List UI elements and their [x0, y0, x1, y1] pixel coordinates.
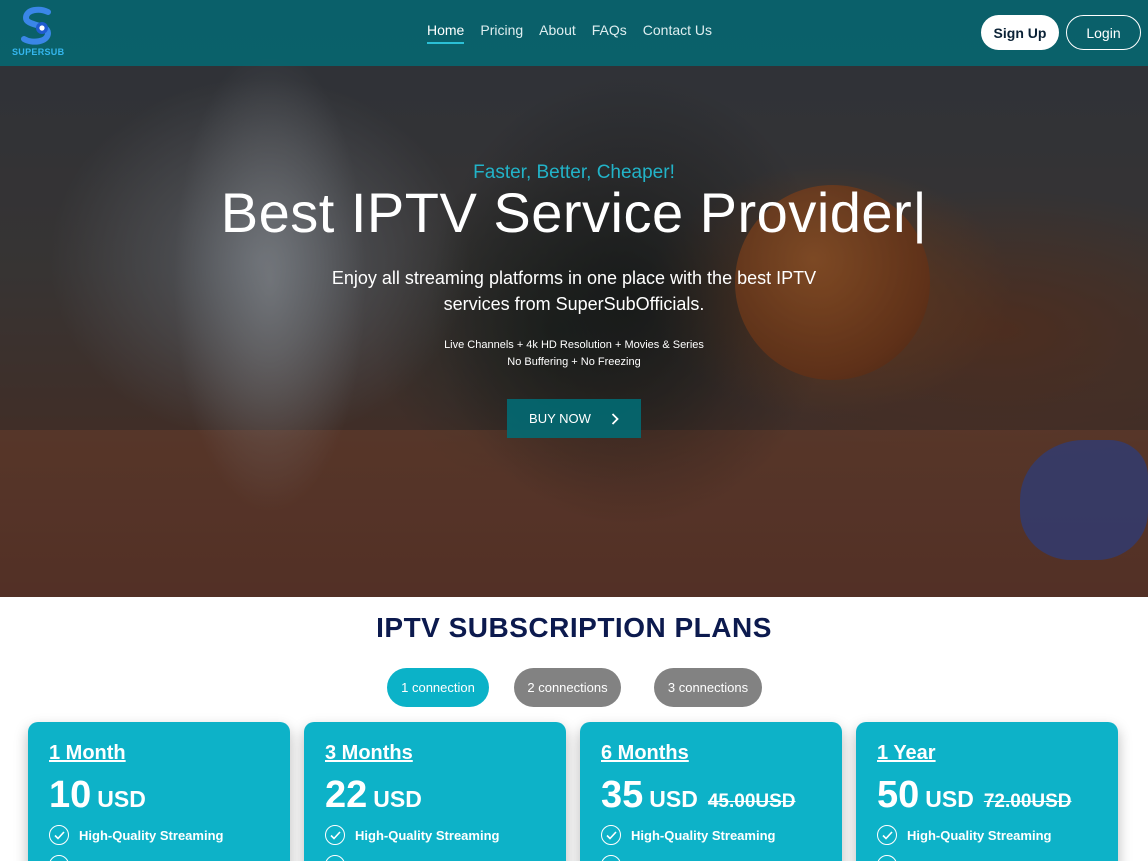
nav-pricing[interactable]: Pricing — [480, 22, 523, 44]
nav-about[interactable]: About — [539, 22, 576, 44]
check-circle-icon — [325, 855, 345, 861]
brand-logo[interactable]: SUPERSUB — [12, 6, 64, 60]
check-circle-icon — [601, 855, 621, 861]
plan-feature-label: High-Quality Streaming — [355, 827, 500, 843]
plan-feature-label: High-Quality Streaming — [631, 827, 776, 843]
hero-headline: Best IPTV Service Provider| — [220, 181, 928, 244]
hero-subtitle-line: services from SuperSubOfficials. — [443, 294, 705, 314]
sign-up-button[interactable]: Sign Up — [981, 15, 1059, 50]
hero-banner: Faster, Better, Cheaper! Best IPTV Servi… — [0, 0, 1148, 597]
buy-now-button[interactable]: BUY NOW — [507, 399, 641, 438]
plan-card[interactable]: 3 Months 22 USD High-Quality Streaming — [304, 722, 566, 861]
plan-currency: USD — [97, 786, 146, 812]
nav-home[interactable]: Home — [427, 22, 465, 44]
plan-old-price: 72.00USD — [983, 791, 1072, 812]
plan-amount: 10 — [49, 774, 92, 816]
check-circle-icon — [601, 825, 621, 845]
plan-card[interactable]: 1 Month 10 USD High-Quality Streaming — [28, 722, 290, 861]
plan-price: 22 USD — [325, 774, 422, 817]
plan-feature: High-Quality Streaming — [49, 825, 223, 845]
plan-price: 50 USD 72.00USD — [877, 774, 1072, 817]
buy-now-label: BUY NOW — [529, 411, 591, 426]
hero-features-line: Live Channels + 4k HD Resolution + Movie… — [444, 339, 704, 351]
plan-old-price: 45.00USD — [707, 791, 796, 812]
plan-card[interactable]: 6 Months 35 USD 45.00USD High-Quality Stre… — [580, 722, 842, 861]
plan-period: 1 Month — [49, 742, 126, 764]
top-navbar: SUPERSUB Home Pricing About FAQs Contact… — [0, 0, 1148, 66]
plan-feature: High-Quality Streaming — [325, 825, 499, 845]
plan-amount: 50 — [877, 774, 920, 816]
connection-tab-3[interactable]: 3 connections — [654, 668, 762, 707]
plan-period: 1 Year — [877, 742, 936, 764]
plan-amount: 22 — [325, 774, 368, 816]
plan-currency: USD — [925, 786, 974, 812]
plan-feature-label: High-Quality Streaming — [79, 827, 224, 843]
plan-period: 3 Months — [325, 742, 413, 764]
hero-subtitle-line: Enjoy all streaming platforms in one pla… — [331, 268, 817, 288]
check-circle-icon — [877, 855, 897, 861]
plan-feature-label: High-Quality Streaming — [907, 827, 1052, 843]
check-circle-icon — [49, 855, 69, 861]
check-circle-icon — [49, 825, 69, 845]
hero-subtitle: Enjoy all streaming platforms in one pla… — [0, 265, 1148, 317]
plan-card[interactable]: 1 Year 50 USD 72.00USD High-Quality Stream… — [856, 722, 1118, 861]
plan-price: 35 USD 45.00USD — [601, 774, 796, 817]
plan-currency: USD — [649, 786, 698, 812]
plan-amount: 35 — [601, 774, 644, 816]
s-play-logo-icon — [21, 6, 52, 45]
main-nav: Home Pricing About FAQs Contact Us — [427, 22, 728, 44]
nav-faqs[interactable]: FAQs — [592, 22, 627, 44]
connection-tab-2[interactable]: 2 connections — [514, 668, 621, 707]
check-circle-icon — [325, 825, 345, 845]
plan-feature: High-Quality Streaming — [601, 825, 775, 845]
login-button[interactable]: Login — [1066, 15, 1141, 50]
plan-feature: High-Quality Streaming — [877, 825, 1051, 845]
brand-name: SUPERSUB — [12, 47, 65, 57]
hero-features-line: No Buffering + No Freezing — [507, 356, 641, 368]
chevron-right-icon — [611, 412, 619, 425]
connection-tab-1[interactable]: 1 connection — [387, 668, 489, 707]
hero-features: Live Channels + 4k HD Resolution + Movie… — [0, 337, 1148, 371]
plans-title: IPTV SUBSCRIPTION PLANS — [376, 612, 772, 643]
plan-currency: USD — [373, 786, 422, 812]
plan-period: 6 Months — [601, 742, 689, 764]
nav-contact[interactable]: Contact Us — [643, 22, 712, 44]
plan-price: 10 USD — [49, 774, 146, 817]
check-circle-icon — [877, 825, 897, 845]
